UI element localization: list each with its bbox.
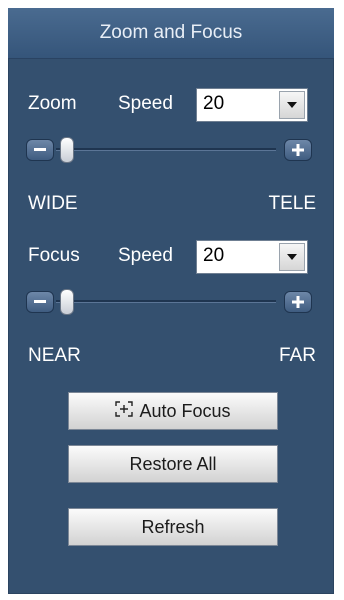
plus-icon[interactable] (284, 139, 312, 161)
chevron-down-icon[interactable] (279, 91, 305, 119)
panel-header: Zoom and Focus (8, 8, 334, 59)
auto-focus-icon (115, 400, 134, 422)
auto-focus-label: Auto Focus (139, 400, 231, 421)
focus-slider-thumb[interactable] (60, 289, 74, 315)
zoom-speed-value: 20 (203, 93, 225, 114)
zoom-slider-thumb[interactable] (60, 137, 74, 163)
minus-icon[interactable] (26, 139, 54, 161)
zoom-label: Zoom (28, 93, 77, 114)
auto-focus-button[interactable]: Auto Focus (68, 392, 278, 430)
zoom-speed-label: Speed (118, 93, 173, 114)
zoom-slider-track[interactable] (56, 148, 276, 151)
plus-icon[interactable] (284, 291, 312, 313)
panel-title: Zoom and Focus (99, 22, 243, 43)
chevron-down-icon[interactable] (279, 243, 305, 271)
focus-label: Focus (28, 245, 80, 266)
zoom-slider[interactable] (26, 137, 312, 163)
focus-speed-value: 20 (203, 245, 225, 266)
zoom-speed-select[interactable]: 20 (196, 88, 308, 122)
focus-speed-label: Speed (118, 245, 173, 266)
focus-min-label: NEAR (28, 345, 81, 366)
refresh-label: Refresh (141, 516, 205, 537)
focus-slider[interactable] (26, 289, 312, 315)
zoom-max-label: TELE (268, 193, 316, 214)
zoom-focus-panel: Zoom and Focus Zoom Speed 20 WIDE TELE F… (8, 8, 334, 594)
zoom-min-label: WIDE (28, 193, 78, 214)
minus-icon[interactable] (26, 291, 54, 313)
restore-all-button[interactable]: Restore All (68, 445, 278, 483)
refresh-button[interactable]: Refresh (68, 508, 278, 546)
focus-speed-select[interactable]: 20 (196, 240, 308, 274)
restore-all-label: Restore All (129, 453, 217, 474)
focus-slider-track[interactable] (56, 300, 276, 303)
focus-max-label: FAR (279, 345, 316, 366)
